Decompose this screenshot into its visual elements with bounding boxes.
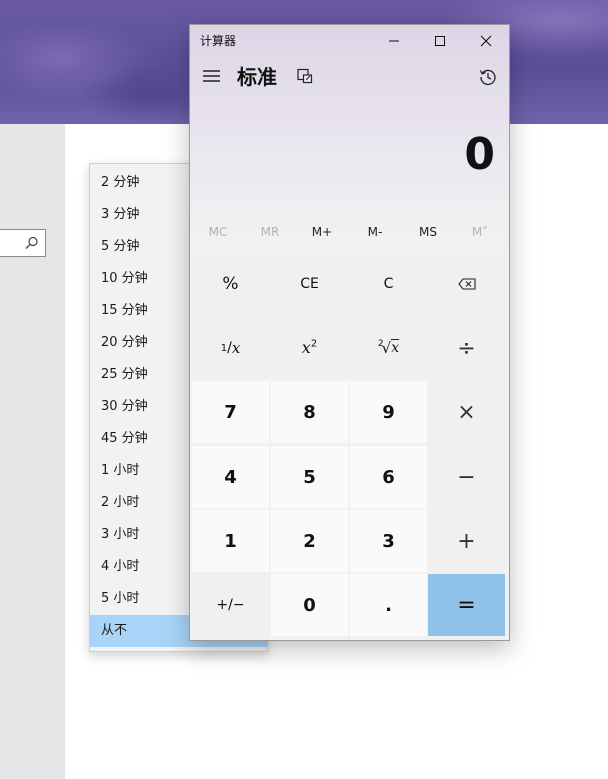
square-exponent: 2 <box>310 338 318 350</box>
square-button[interactable]: x2 <box>271 317 348 379</box>
search-input[interactable] <box>0 229 46 257</box>
settings-sidebar <box>0 124 65 779</box>
mode-title: 标准 <box>237 65 277 89</box>
minimize-icon <box>389 40 399 42</box>
digit-8-button[interactable]: 8 <box>271 381 348 443</box>
digit-1-button[interactable]: 1 <box>192 510 269 572</box>
plus-button[interactable]: + <box>428 510 505 572</box>
root-radicand: x <box>391 339 400 356</box>
result-display: 0 <box>464 129 495 180</box>
decimal-button[interactable]: . <box>350 574 427 636</box>
calculator-window: 计算器 标准 0 MC MR M+ M- MS M˅ % CE C 1 / x … <box>189 24 510 641</box>
memory-subtract-button[interactable]: M- <box>349 221 401 243</box>
memory-row: MC MR M+ M- MS M˅ <box>192 221 507 243</box>
digit-2-button[interactable]: 2 <box>271 510 348 572</box>
percent-button[interactable]: % <box>192 253 269 315</box>
backspace-button[interactable] <box>428 253 505 315</box>
memory-store-button[interactable]: MS <box>402 221 454 243</box>
digit-7-button[interactable]: 7 <box>192 381 269 443</box>
backspace-icon <box>457 278 476 290</box>
memory-list-button[interactable]: M˅ <box>454 221 506 243</box>
reciprocal-button[interactable]: 1 / x <box>192 317 269 379</box>
maximize-button[interactable] <box>417 25 463 57</box>
digit-5-button[interactable]: 5 <box>271 446 348 508</box>
memory-recall-button[interactable]: MR <box>244 221 296 243</box>
divide-button[interactable]: ÷ <box>428 317 505 379</box>
memory-add-button[interactable]: M+ <box>296 221 348 243</box>
memory-clear-button[interactable]: MC <box>192 221 244 243</box>
digit-6-button[interactable]: 6 <box>350 446 427 508</box>
equals-button[interactable]: = <box>428 574 505 636</box>
square-base: x <box>301 338 311 357</box>
minus-button[interactable]: − <box>428 446 505 508</box>
keep-on-top-icon[interactable] <box>296 67 314 85</box>
digit-9-button[interactable]: 9 <box>350 381 427 443</box>
title-bar[interactable]: 计算器 <box>190 25 509 57</box>
window-title: 计算器 <box>200 34 237 48</box>
digit-3-button[interactable]: 3 <box>350 510 427 572</box>
clear-button[interactable]: C <box>350 253 427 315</box>
close-icon <box>480 35 492 47</box>
digit-4-button[interactable]: 4 <box>192 446 269 508</box>
maximize-icon <box>435 36 445 46</box>
search-icon <box>25 236 38 249</box>
calculator-header: 标准 <box>190 57 509 97</box>
history-icon[interactable] <box>478 67 498 87</box>
minimize-button[interactable] <box>371 25 417 57</box>
multiply-button[interactable]: × <box>428 381 505 443</box>
hamburger-menu-icon[interactable] <box>199 63 225 89</box>
reciprocal-denominator: x <box>231 339 241 357</box>
digit-0-button[interactable]: 0 <box>271 574 348 636</box>
close-button[interactable] <box>463 25 509 57</box>
negate-button[interactable]: +/− <box>192 574 269 636</box>
clear-entry-button[interactable]: CE <box>271 253 348 315</box>
keypad: % CE C 1 / x x2 2 √ x ÷ 7 8 9 × 4 5 6 − … <box>192 253 507 638</box>
square-root-button[interactable]: 2 √ x <box>350 317 427 379</box>
